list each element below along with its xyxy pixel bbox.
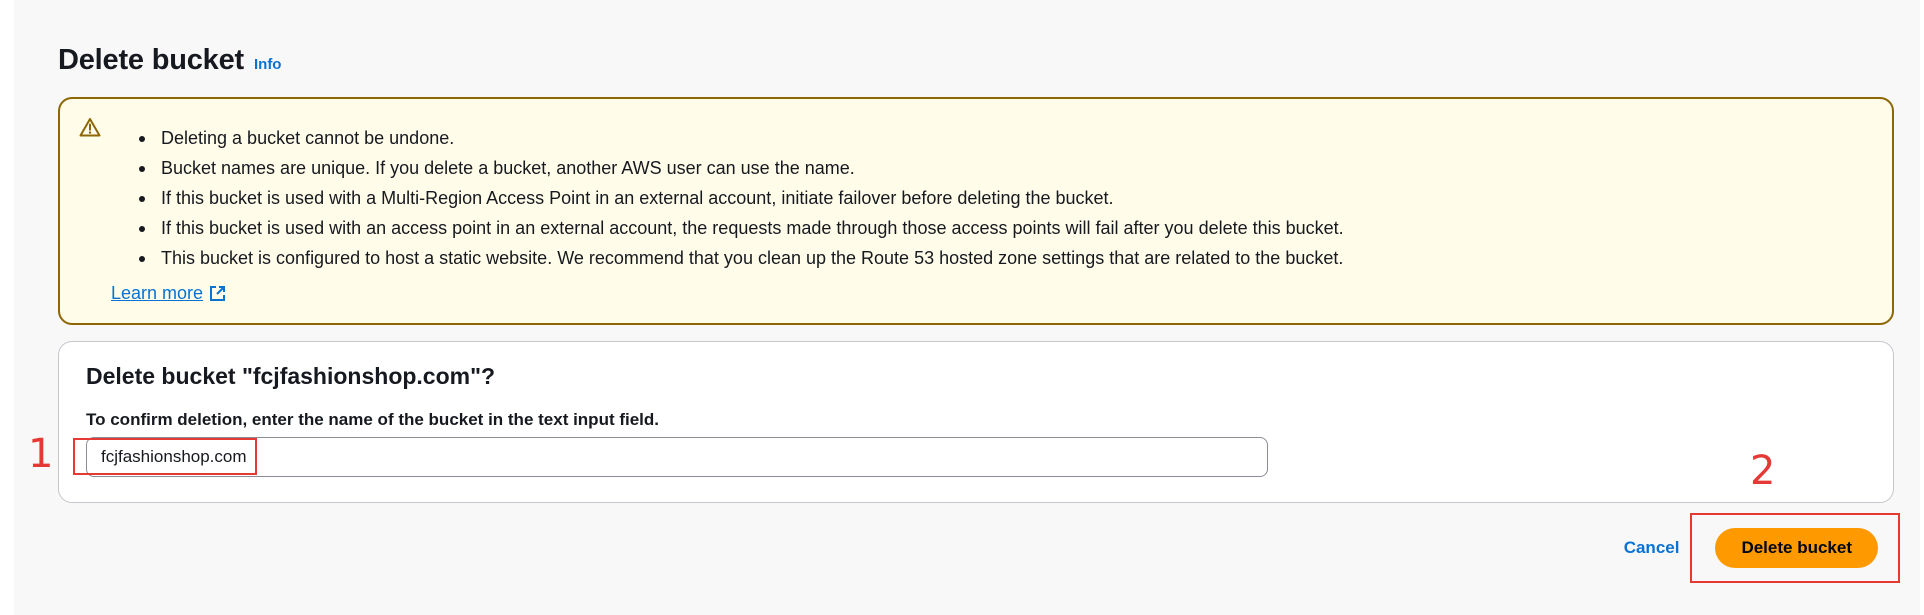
bucket-name-input[interactable] <box>86 437 1268 477</box>
alert-item: This bucket is configured to host a stat… <box>136 243 1344 273</box>
alert-item: If this bucket is used with an access po… <box>136 213 1344 243</box>
page: Delete bucket Info Deleting a bucket can… <box>0 0 1924 615</box>
confirm-label: To confirm deletion, enter the name of t… <box>86 410 660 429</box>
external-link-icon <box>210 286 226 301</box>
action-bar: Cancel Delete bucket <box>1624 528 1878 568</box>
alert-list: Deleting a bucket cannot be undone. Buck… <box>136 123 1344 273</box>
cancel-button[interactable]: Cancel <box>1624 530 1680 566</box>
info-link[interactable]: Info <box>254 56 282 73</box>
alert-item: If this bucket is used with a Multi-Regi… <box>136 183 1344 213</box>
confirm-title: Delete bucket "fcjfashionshop.com"? <box>86 363 496 389</box>
step-2-label: 2 <box>1750 448 1776 494</box>
step-1-label: 1 <box>28 431 54 477</box>
learn-more-label: Learn more <box>111 283 204 303</box>
page-title: Delete bucket <box>58 44 244 76</box>
content-area: Delete bucket Info Deleting a bucket can… <box>14 0 1920 615</box>
delete-bucket-button[interactable]: Delete bucket <box>1715 528 1878 568</box>
alert-item: Deleting a bucket cannot be undone. <box>136 123 1344 153</box>
learn-more-link[interactable]: Learn more <box>111 283 226 304</box>
confirm-deletion-card: Delete bucket "fcjfashionshop.com"? To c… <box>58 341 1894 503</box>
alert-item: Bucket names are unique. If you delete a… <box>136 153 1344 183</box>
warning-icon <box>79 118 101 137</box>
warning-alert: Deleting a bucket cannot be undone. Buck… <box>58 97 1894 325</box>
title-row: Delete bucket Info <box>58 44 281 77</box>
